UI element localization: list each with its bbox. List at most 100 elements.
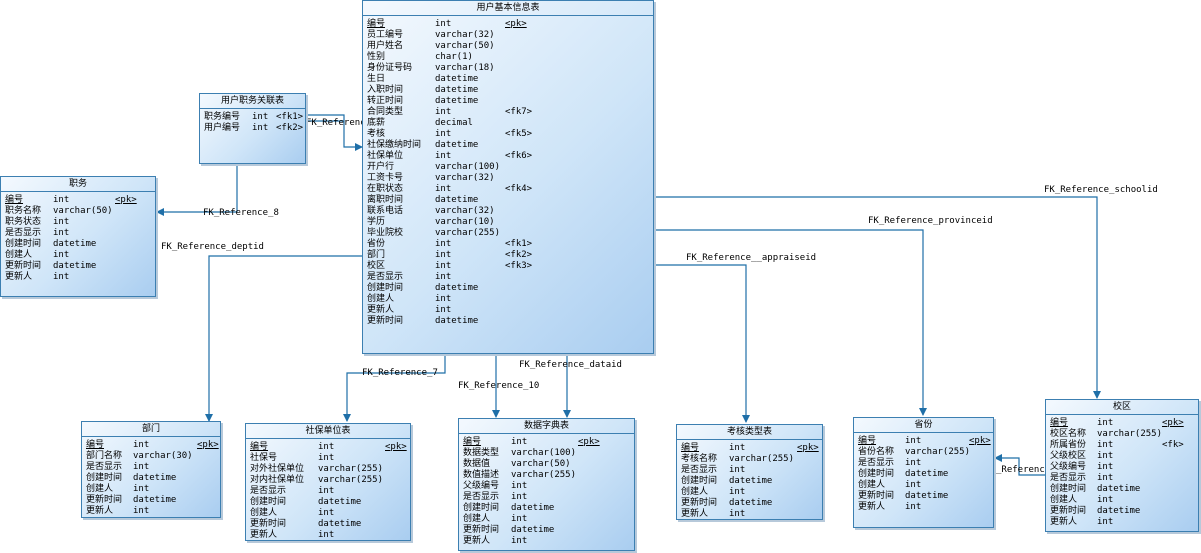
column-row: 省份名称 varchar(255) [854, 447, 993, 458]
entity-school[interactable]: 校区 编号 int <pk> 校区名称 varchar(255) 所属省份 int <fk> 父… [1045, 399, 1199, 532]
fk-line-user-dept [205, 255, 362, 422]
column-name: 工资卡号 [367, 173, 404, 183]
column-row: 创建时间 datetime [459, 503, 634, 514]
column-row: 考核名称 varchar(255) [677, 454, 822, 465]
column-row: 创建人 int [1046, 495, 1198, 506]
entity-appraise[interactable]: 考核类型表 编号 int <pk> 考核名称 varchar(255) 是否显示 int 创建… [676, 424, 823, 520]
entity-province[interactable]: 省份 编号 int <pk> 省份名称 varchar(255) 是否显示 int 创建时间 d… [853, 417, 994, 528]
column-row: 校区名称 varchar(255) [1046, 429, 1198, 440]
column-type: varchar(32) [435, 173, 495, 183]
column-type: int [729, 487, 746, 497]
ref-label-deptid: FK_Reference_deptid [161, 242, 264, 252]
entity-job[interactable]: 职务 编号 int <pk> 职务名称 varchar(50) 职务状态 int 是否显示 in… [0, 176, 156, 297]
column-row: 更新时间 datetime [1, 261, 155, 272]
column-name: 社保单位 [367, 151, 404, 161]
column-type: int [318, 442, 335, 452]
column-type: int [318, 453, 335, 463]
column-row: 是否显示 int [1046, 473, 1198, 484]
column-row: 编号 int <pk> [854, 436, 993, 447]
column-name: 学历 [367, 217, 386, 227]
column-row: 更新人 int [363, 305, 653, 316]
column-key: <pk> [969, 436, 991, 446]
column-name: 创建时间 [463, 503, 500, 513]
column-type: int [318, 530, 335, 540]
column-type: int [318, 486, 335, 496]
column-row: 更新人 int [854, 502, 993, 513]
entity-columns: 职务编号 int <fk1> 用户编号 int <fk2> [200, 109, 305, 134]
column-row: 编号 int <pk> [363, 19, 653, 30]
column-name: 考核 [367, 129, 386, 139]
column-row: 合同类型 int <fk7> [363, 107, 653, 118]
column-type: int [511, 492, 528, 502]
column-name: 创建人 [86, 484, 114, 494]
entity-user[interactable]: 用户基本信息表 编号 int <pk> 员工编号 varchar(32) 用户姓名 varc… [362, 0, 654, 354]
entity-social[interactable]: 社保单位表 编号 int <pk> 社保号 int 对外社保单位 varchar(255) 对… [245, 423, 411, 541]
column-row: 创建人 int [677, 487, 822, 498]
column-type: int [729, 509, 746, 519]
column-type: varchar(18) [435, 63, 495, 73]
column-type: int [53, 228, 70, 238]
column-type: varchar(30) [133, 451, 193, 461]
column-type: char(1) [435, 52, 473, 62]
column-row: 是否显示 int [677, 465, 822, 476]
column-name: 创建时间 [250, 497, 287, 507]
column-type: int [905, 480, 922, 490]
column-row: 创建时间 datetime [82, 473, 220, 484]
column-name: 转正时间 [367, 96, 404, 106]
entity-columns: 编号 int <pk> 数据类型 varchar(100) 数据值 varchar(50) 数… [459, 434, 634, 547]
column-row: 学历 varchar(10) [363, 217, 653, 228]
column-name: 创建时间 [5, 239, 42, 249]
column-type: datetime [318, 497, 362, 507]
column-name: 编号 [367, 19, 386, 29]
entity-title: 考核类型表 [677, 425, 822, 440]
column-key: <pk> [1162, 418, 1184, 428]
column-row: 更新人 int [246, 530, 410, 541]
entity-columns: 编号 int <pk> 员工编号 varchar(32) 用户姓名 varchar(50) 性… [363, 16, 653, 327]
column-row: 编号 int <pk> [1, 195, 155, 206]
entity-user-job[interactable]: 用户职务关联表 职务编号 int <fk1> 用户编号 int <fk2> [199, 93, 306, 164]
column-row: 是否显示 int [363, 272, 653, 283]
column-row: 性别 char(1) [363, 52, 653, 63]
entity-columns: 编号 int <pk> 职务名称 varchar(50) 职务状态 int 是否显示 int 创建… [1, 192, 155, 283]
column-type: datetime [133, 473, 177, 483]
column-name: 开户行 [367, 162, 395, 172]
column-name: 是否显示 [86, 462, 123, 472]
column-type: varchar(255) [1097, 429, 1163, 439]
column-row: 创建时间 datetime [246, 497, 410, 508]
column-type: datetime [435, 283, 479, 293]
column-row: 创建人 int [854, 480, 993, 491]
column-type: int [1097, 418, 1114, 428]
column-name: 创建人 [5, 250, 33, 260]
ref-label-dataid: FK_Reference_dataid [519, 360, 622, 370]
column-row: 所属省份 int <fk> [1046, 440, 1198, 451]
column-row: 数据类型 varchar(100) [459, 448, 634, 459]
entity-dict[interactable]: 数据字典表 编号 int <pk> 数据类型 varchar(100) 数据值 varcha… [458, 418, 635, 551]
column-type: varchar(255) [318, 464, 384, 474]
entity-title: 校区 [1046, 400, 1198, 415]
column-key: <fk5> [505, 129, 533, 139]
column-type: int [435, 129, 452, 139]
column-type: int [1097, 462, 1114, 472]
column-type: datetime [435, 96, 479, 106]
entity-dept[interactable]: 部门 编号 int <pk> 部门名称 varchar(30) 是否显示 int 创建时间 da… [81, 421, 221, 518]
column-row: 创建人 int [363, 294, 653, 305]
column-name: 所属省份 [1050, 440, 1087, 450]
column-type: int [729, 465, 746, 475]
column-type: int [1097, 440, 1114, 450]
column-name: 省份名称 [858, 447, 895, 457]
column-type: datetime [53, 261, 97, 271]
column-name: 社保号 [250, 453, 278, 463]
column-name: 身份证号码 [367, 63, 413, 73]
column-name: 底薪 [367, 118, 386, 128]
column-name: 省份 [367, 239, 386, 249]
entity-columns: 编号 int <pk> 社保号 int 对外社保单位 varchar(255) 对内社保单位 v… [246, 439, 410, 541]
column-row: 创建时间 datetime [363, 283, 653, 294]
column-type: varchar(255) [435, 228, 501, 238]
column-type: int [905, 502, 922, 512]
column-row: 是否显示 int [1, 228, 155, 239]
column-type: int [435, 107, 452, 117]
column-type: int [435, 305, 452, 315]
column-row: 毕业院校 varchar(255) [363, 228, 653, 239]
fk-line-userjob-job [156, 164, 238, 216]
column-type: int [435, 272, 452, 282]
